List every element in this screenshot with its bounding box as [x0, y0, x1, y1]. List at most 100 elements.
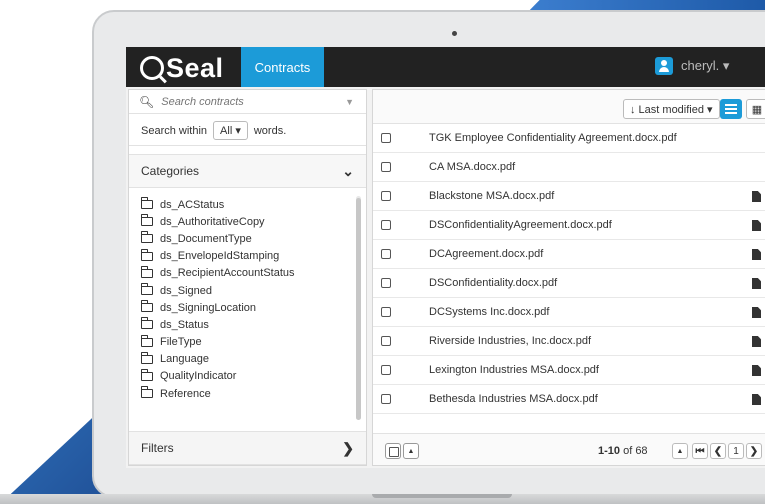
table-row[interactable]: Bethesda Industries MSA.docx.pdf	[373, 385, 765, 414]
categories-header[interactable]: Categories ⌄	[129, 154, 366, 188]
sidebar: 🔍︎ ▼ Search within All ▾ words. Categori…	[128, 89, 367, 466]
pagination-bar: ▲ 1-10 of 68 ▲ ⏮︎ ❮ 1 ❯	[373, 433, 765, 465]
category-label: ds_EnvelopeIdStamping	[160, 250, 280, 263]
folder-icon	[141, 231, 153, 244]
grid-view-icon[interactable]: ▦	[746, 99, 765, 119]
chevron-right-icon: ❯	[342, 439, 354, 456]
file-icon[interactable]	[752, 336, 761, 347]
document-name[interactable]: Lexington Industries MSA.docx.pdf	[429, 364, 599, 376]
category-item[interactable]: ds_Status	[141, 316, 359, 333]
logo-text: Seal	[166, 52, 224, 83]
sort-dropdown[interactable]: ↓ Last modified ▾	[623, 99, 720, 119]
search-input[interactable]	[161, 95, 352, 108]
category-label: ds_RecipientAccountStatus	[160, 267, 295, 280]
table-row[interactable]: Riverside Industries, Inc.docx.pdf	[373, 327, 765, 356]
list-view-icon[interactable]	[720, 99, 742, 119]
file-icon[interactable]	[752, 278, 761, 289]
search-within-select[interactable]: All ▾	[213, 121, 248, 140]
scrollbar-thumb[interactable]	[356, 198, 361, 420]
category-item[interactable]: ds_RecipientAccountStatus	[141, 265, 359, 282]
table-row[interactable]: DCAgreement.docx.pdf	[373, 240, 765, 269]
document-name[interactable]: DCSystems Inc.docx.pdf	[429, 306, 549, 318]
filters-label: Filters	[141, 441, 174, 455]
row-checkbox[interactable]	[381, 278, 391, 288]
document-name[interactable]: Blackstone MSA.docx.pdf	[429, 190, 554, 202]
file-icon[interactable]	[752, 220, 761, 231]
document-name[interactable]: DCAgreement.docx.pdf	[429, 248, 543, 260]
category-label: QualityIndicator	[160, 370, 237, 383]
search-within-row: Search within All ▾ words.	[129, 116, 366, 146]
row-checkbox[interactable]	[381, 394, 391, 404]
category-scrollbar[interactable]	[356, 196, 361, 420]
category-item[interactable]: QualityIndicator	[141, 368, 359, 385]
table-row[interactable]: TGK Employee Confidentiality Agreement.d…	[373, 124, 765, 153]
folder-icon	[141, 248, 153, 261]
next-page-icon[interactable]: ❯	[746, 443, 762, 459]
category-label: ds_Signed	[160, 284, 212, 297]
seal-logo-icon	[140, 56, 164, 80]
caret-up-icon[interactable]: ▲	[672, 443, 688, 459]
table-row[interactable]: Lexington Industries MSA.docx.pdf	[373, 356, 765, 385]
table-row[interactable]: Blackstone MSA.docx.pdf	[373, 182, 765, 211]
row-checkbox[interactable]	[381, 133, 391, 143]
category-label: Language	[160, 353, 209, 366]
file-icon[interactable]	[752, 365, 761, 376]
folder-icon	[141, 351, 153, 364]
row-checkbox[interactable]	[381, 191, 391, 201]
category-item[interactable]: Language	[141, 351, 359, 368]
document-name[interactable]: Riverside Industries, Inc.docx.pdf	[429, 335, 591, 347]
pagination-total: of 68	[620, 445, 648, 457]
category-label: ds_AuthoritativeCopy	[160, 215, 265, 228]
category-item[interactable]: ds_AuthoritativeCopy	[141, 213, 359, 230]
row-checkbox[interactable]	[381, 162, 391, 172]
row-checkbox[interactable]	[381, 336, 391, 346]
caret-up-icon[interactable]: ▲	[403, 443, 419, 459]
document-name[interactable]: CA MSA.docx.pdf	[429, 161, 515, 173]
file-icon[interactable]	[752, 307, 761, 318]
table-row[interactable]: CA MSA.docx.pdf	[373, 153, 765, 182]
category-item[interactable]: ds_Signed	[141, 282, 359, 299]
seal-logo[interactable]: Seal	[140, 53, 224, 83]
document-list: TGK Employee Confidentiality Agreement.d…	[373, 124, 765, 414]
current-page[interactable]: 1	[728, 443, 744, 459]
row-checkbox[interactable]	[381, 307, 391, 317]
file-icon[interactable]	[752, 394, 761, 405]
folder-icon	[141, 386, 153, 399]
category-item[interactable]: ds_SigningLocation	[141, 299, 359, 316]
first-page-icon[interactable]: ⏮︎	[692, 443, 708, 459]
file-icon[interactable]	[752, 191, 761, 202]
filters-header[interactable]: Filters ❯	[129, 431, 366, 465]
category-item[interactable]: Reference	[141, 385, 359, 402]
category-label: ds_SigningLocation	[160, 301, 257, 314]
select-all-checkbox[interactable]	[385, 443, 401, 459]
user-menu[interactable]: cheryl. ▾	[655, 57, 729, 75]
row-checkbox[interactable]	[381, 220, 391, 230]
tab-contracts[interactable]: Contracts	[241, 47, 324, 87]
category-label: Reference	[160, 387, 211, 400]
search-dropdown-icon[interactable]: ▼	[345, 97, 354, 107]
row-checkbox[interactable]	[381, 365, 391, 375]
document-name[interactable]: TGK Employee Confidentiality Agreement.d…	[429, 132, 677, 144]
category-item[interactable]: ds_ACStatus	[141, 196, 359, 213]
folder-icon	[141, 197, 153, 210]
categories-label: Categories	[141, 164, 200, 178]
table-row[interactable]: DSConfidentialityAgreement.docx.pdf	[373, 211, 765, 240]
pagination-range: 1-10	[598, 445, 621, 457]
user-avatar-icon	[655, 57, 673, 75]
previous-page-icon[interactable]: ❮	[710, 443, 726, 459]
document-name[interactable]: DSConfidentiality.docx.pdf	[429, 277, 557, 289]
search-within-prefix: Search within	[141, 124, 208, 137]
document-name[interactable]: DSConfidentialityAgreement.docx.pdf	[429, 219, 612, 231]
category-item[interactable]: ds_EnvelopeIdStamping	[141, 248, 359, 265]
document-name[interactable]: Bethesda Industries MSA.docx.pdf	[429, 393, 598, 405]
folder-icon	[141, 214, 153, 227]
user-name: cheryl. ▾	[681, 58, 730, 73]
file-icon[interactable]	[752, 249, 761, 260]
category-item[interactable]: ds_DocumentType	[141, 230, 359, 247]
table-row[interactable]: DSConfidentiality.docx.pdf	[373, 269, 765, 298]
category-item[interactable]: FileType	[141, 334, 359, 351]
row-checkbox[interactable]	[381, 249, 391, 259]
top-navigation-bar: Seal Contracts cheryl. ▾	[126, 47, 765, 87]
table-row[interactable]: DCSystems Inc.docx.pdf	[373, 298, 765, 327]
chevron-down-icon: ⌄	[342, 162, 354, 179]
